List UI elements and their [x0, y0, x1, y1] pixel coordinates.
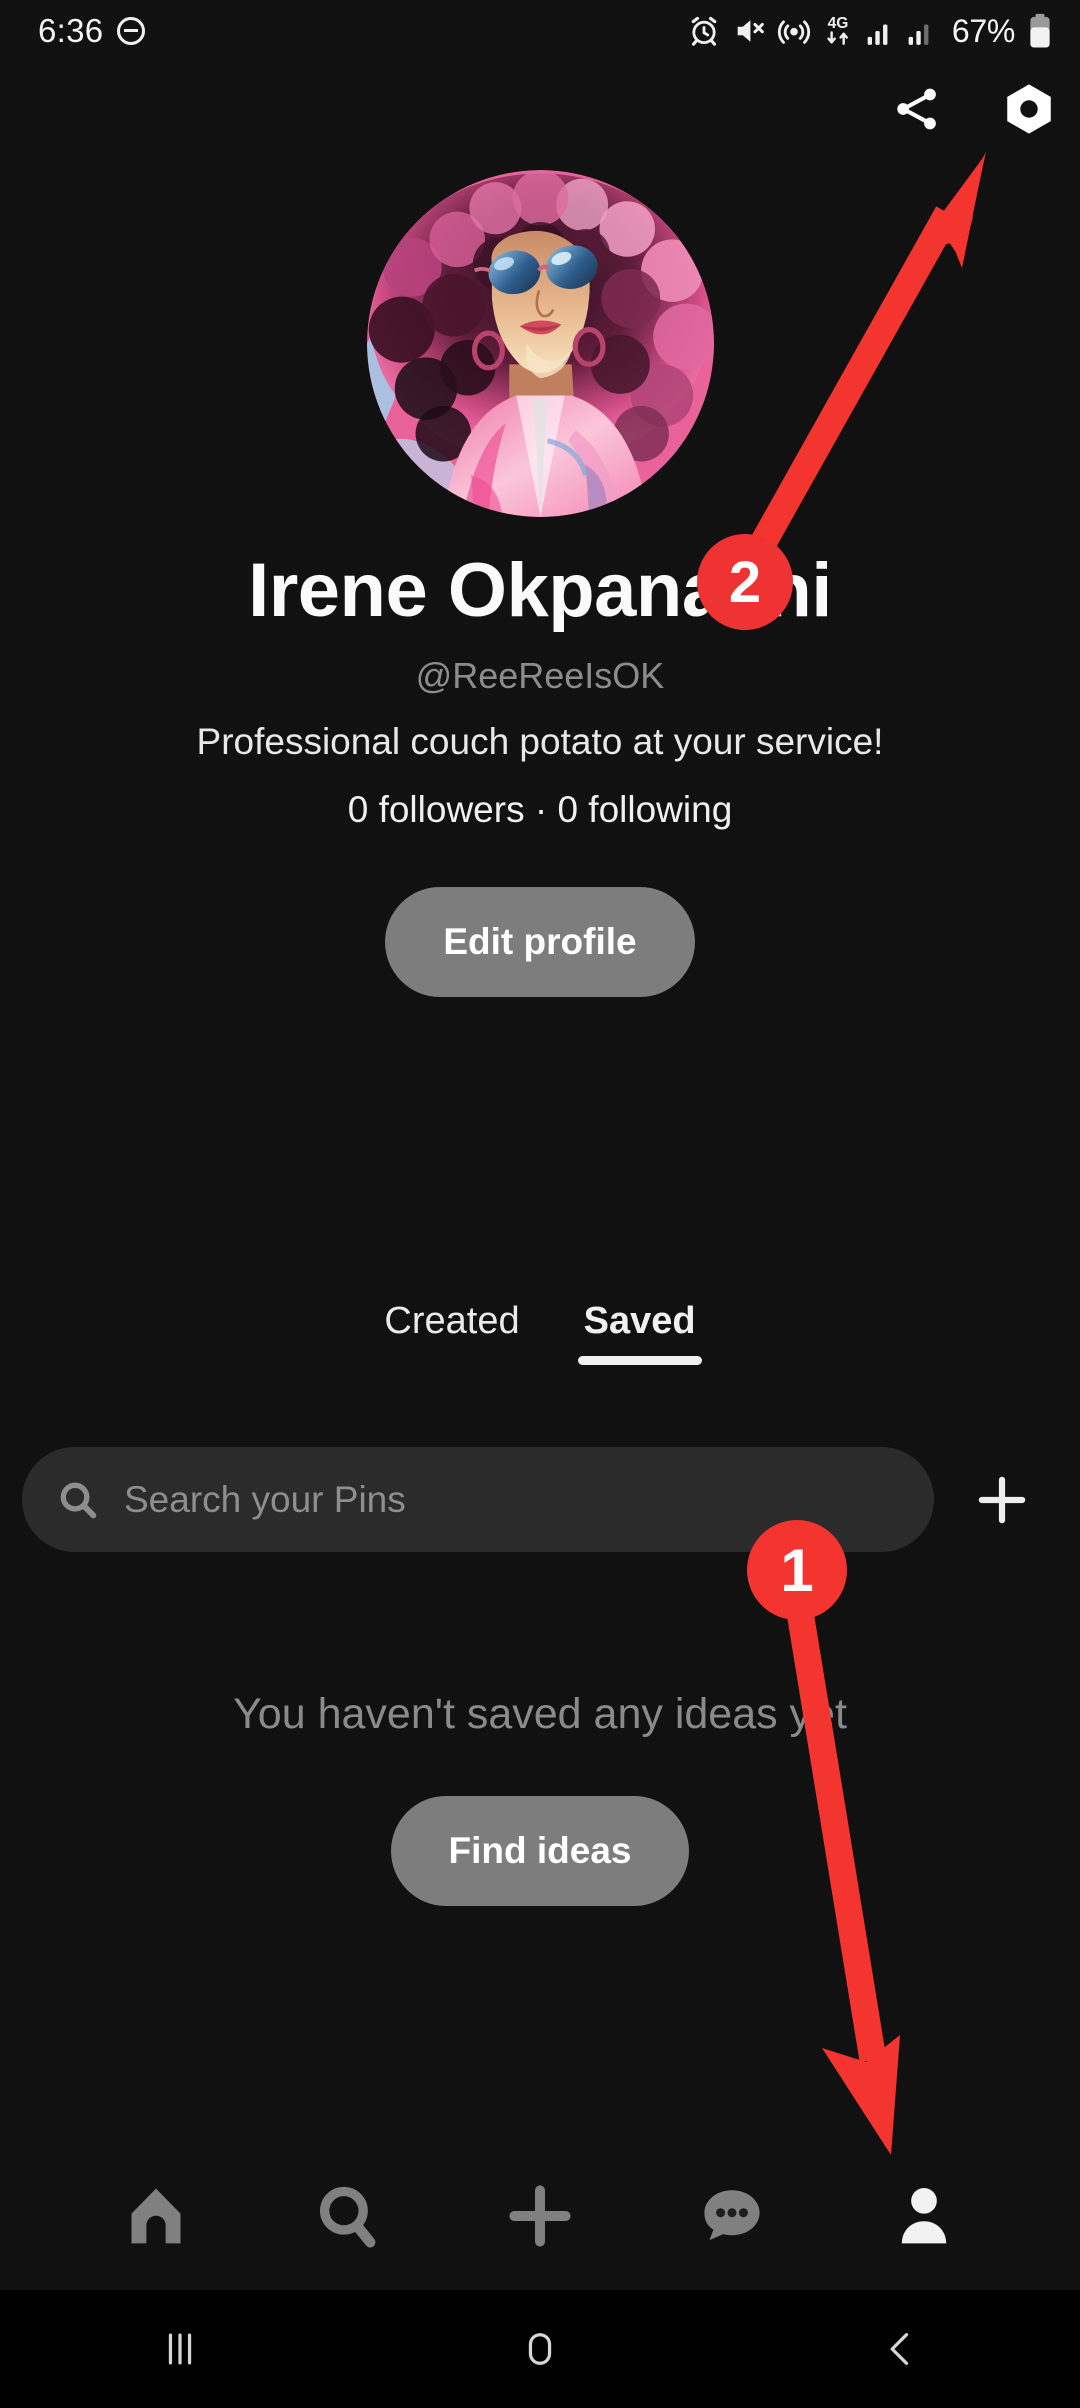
avatar[interactable] [366, 170, 714, 517]
search-input[interactable]: Search your Pins [22, 1447, 934, 1552]
search-icon [60, 1482, 97, 1518]
recents-icon [168, 2333, 192, 2365]
alarm-icon [691, 16, 717, 46]
search-row: Search your Pins [0, 1447, 1080, 1552]
avatar-illustration [366, 170, 714, 517]
top-action-bar [888, 80, 1058, 138]
profile-tabs: Created Saved [0, 1300, 1080, 1365]
nav-updates[interactable] [672, 2156, 792, 2276]
tab-created-label: Created [384, 1300, 520, 1342]
settings-gear-icon [1007, 84, 1051, 134]
share-button[interactable] [888, 80, 946, 138]
system-navigation-bar [0, 2290, 1080, 2408]
tab-saved[interactable]: Saved [577, 1300, 702, 1365]
plus-icon [509, 2185, 571, 2247]
home-square-icon [528, 2333, 552, 2365]
bio-text: Professional couch potato at your servic… [196, 721, 884, 762]
tab-saved-label: Saved [583, 1300, 696, 1342]
nav-create[interactable] [480, 2156, 600, 2276]
add-board-button[interactable] [954, 1452, 1050, 1548]
edit-profile-button[interactable]: Edit profile [385, 887, 695, 997]
back-chevron-icon [890, 2333, 909, 2365]
empty-state: You haven't saved any ideas yet Find ide… [0, 1690, 1080, 1906]
svg-text:4G: 4G [827, 15, 848, 32]
do-not-disturb-icon [117, 17, 146, 45]
empty-state-message: You haven't saved any ideas yet [233, 1690, 847, 1738]
nav-profile[interactable] [864, 2156, 984, 2276]
signal-sim2-icon [908, 24, 929, 45]
status-clock: 6:36 [38, 12, 104, 49]
search-icon [320, 2186, 376, 2248]
status-bar: 6:36 4G 67% [0, 0, 1080, 62]
chat-bubble-icon [704, 2190, 760, 2241]
person-icon [901, 2188, 947, 2244]
nav-search[interactable] [288, 2156, 408, 2276]
search-placeholder: Search your Pins [124, 1478, 406, 1520]
page-title: Irene Okpanachi [248, 548, 832, 633]
follower-stats: 0 followers · 0 following [347, 789, 733, 830]
signal-sim1-icon [867, 24, 888, 45]
bottom-navigation [0, 2142, 1080, 2290]
nav-home[interactable] [96, 2156, 216, 2276]
tab-created[interactable]: Created [378, 1300, 525, 1365]
sysnav-recents-button[interactable] [105, 2290, 255, 2408]
profile-header: Irene Okpanachi @ReeReeIsOK Professional… [0, 170, 1080, 997]
share-icon [897, 88, 936, 130]
plus-icon [978, 1476, 1026, 1523]
app-screen: 6:36 4G 67% Irene Okpanachi @ReeReeIsOK … [0, 0, 1080, 2408]
settings-button[interactable] [1000, 80, 1058, 138]
data-transfer-icon: 4G [827, 15, 848, 45]
home-icon [131, 2188, 181, 2244]
hotspot-icon [777, 20, 810, 44]
battery-icon [1030, 13, 1050, 48]
tab-active-indicator [577, 1356, 702, 1365]
battery-percent-label: 67% [951, 12, 1015, 49]
mute-icon [737, 20, 764, 42]
username-label: @ReeReeIsOK [415, 655, 665, 696]
sysnav-home-button[interactable] [465, 2290, 615, 2408]
find-ideas-button[interactable]: Find ideas [390, 1796, 690, 1906]
sysnav-back-button[interactable] [825, 2290, 975, 2408]
status-bar-icons: 4G 67% [687, 13, 1052, 50]
